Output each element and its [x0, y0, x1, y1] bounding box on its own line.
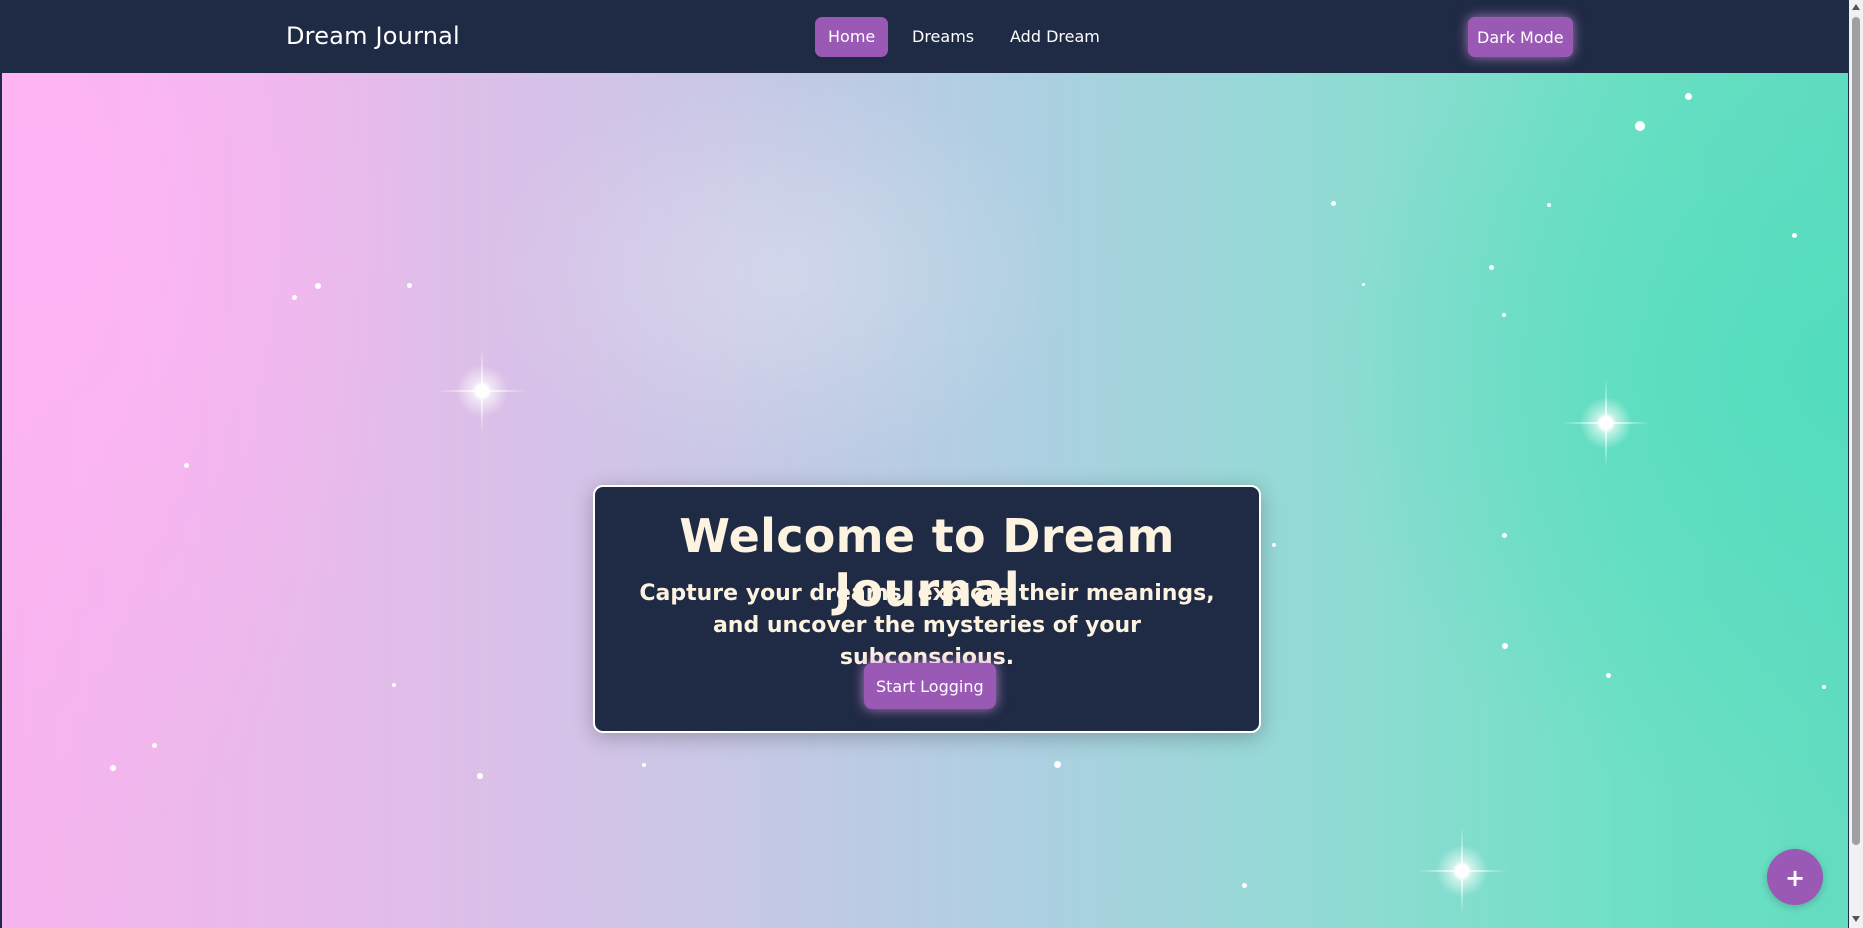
scroll-down-arrow-icon[interactable] — [1852, 916, 1860, 922]
brand-logo-text[interactable]: Dream Journal — [286, 22, 460, 50]
star-dot — [1502, 313, 1506, 317]
scroll-up-arrow-icon[interactable] — [1852, 4, 1860, 10]
star-dot — [184, 463, 189, 468]
star-dot — [1547, 203, 1551, 207]
star-dot — [642, 763, 646, 767]
star-dot — [1502, 643, 1508, 649]
star-dot — [1822, 685, 1826, 689]
scroll-thumb[interactable] — [1852, 17, 1860, 845]
vertical-scrollbar[interactable] — [1849, 0, 1863, 928]
add-dream-fab[interactable]: + — [1767, 849, 1823, 905]
star-dot — [1054, 761, 1061, 768]
star-dot — [110, 765, 116, 771]
star-dot — [1502, 533, 1507, 538]
star-dot — [1792, 233, 1797, 238]
star-dot — [292, 295, 297, 300]
star-dot — [407, 283, 412, 288]
star-dot — [315, 283, 321, 289]
star-dot — [1685, 93, 1692, 100]
welcome-subtitle: Capture your dreams, explore their meani… — [639, 581, 1215, 670]
star-dot — [1489, 265, 1494, 270]
sparkle-star — [1561, 378, 1651, 468]
dark-mode-toggle[interactable]: Dark Mode — [1468, 17, 1573, 57]
star-dot — [152, 743, 157, 748]
welcome-card: Welcome to Dream Journal Capture your dr… — [593, 485, 1261, 733]
star-dot — [1242, 883, 1247, 888]
top-navbar: Dream Journal Home Dreams Add Dream Dark… — [2, 2, 1848, 74]
nav-item-dreams[interactable]: Dreams — [899, 17, 987, 57]
sparkle-star — [437, 346, 527, 436]
sparkle-star — [1417, 826, 1507, 916]
plus-icon: + — [1784, 864, 1806, 892]
start-logging-button[interactable]: Start Logging — [864, 663, 996, 709]
star-dot — [1606, 673, 1611, 678]
star-dot — [1362, 283, 1365, 286]
star-dot — [477, 773, 483, 779]
page: Dream Journal Home Dreams Add Dream Dark… — [0, 0, 1863, 928]
nav-item-add-dream[interactable]: Add Dream — [997, 17, 1113, 57]
hero-background: Welcome to Dream Journal Capture your dr… — [2, 73, 1848, 928]
star-dot — [1331, 201, 1336, 206]
nebula-haze — [482, 73, 1082, 473]
nav-item-home[interactable]: Home — [815, 17, 889, 57]
star-dot — [392, 683, 396, 687]
star-dot — [1635, 121, 1645, 131]
star-dot — [1272, 543, 1276, 547]
